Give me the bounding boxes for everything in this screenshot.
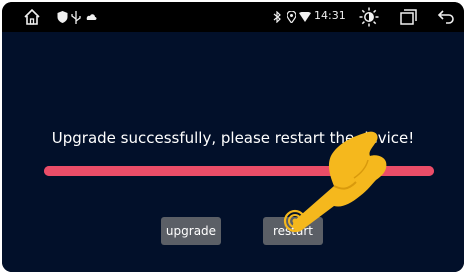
pointing-hand-icon xyxy=(283,131,387,233)
brightness-icon[interactable] xyxy=(359,7,379,27)
wifi-icon xyxy=(299,11,311,23)
upgrade-screen: Upgrade successfully, please restart the… xyxy=(2,32,464,272)
shield-icon xyxy=(56,10,68,24)
device-frame: 14:31 Upgrade successfully, please resta… xyxy=(2,2,464,272)
location-icon xyxy=(286,10,296,24)
usb-icon xyxy=(70,10,82,24)
status-bar: 14:31 xyxy=(2,2,464,32)
recent-apps-icon[interactable] xyxy=(399,8,417,26)
back-icon[interactable] xyxy=(436,8,454,26)
home-icon[interactable] xyxy=(22,7,42,27)
upgrade-button[interactable]: upgrade xyxy=(161,217,221,245)
bluetooth-icon xyxy=(272,10,282,24)
status-time: 14:31 xyxy=(314,9,346,22)
cloud-icon xyxy=(84,10,98,22)
